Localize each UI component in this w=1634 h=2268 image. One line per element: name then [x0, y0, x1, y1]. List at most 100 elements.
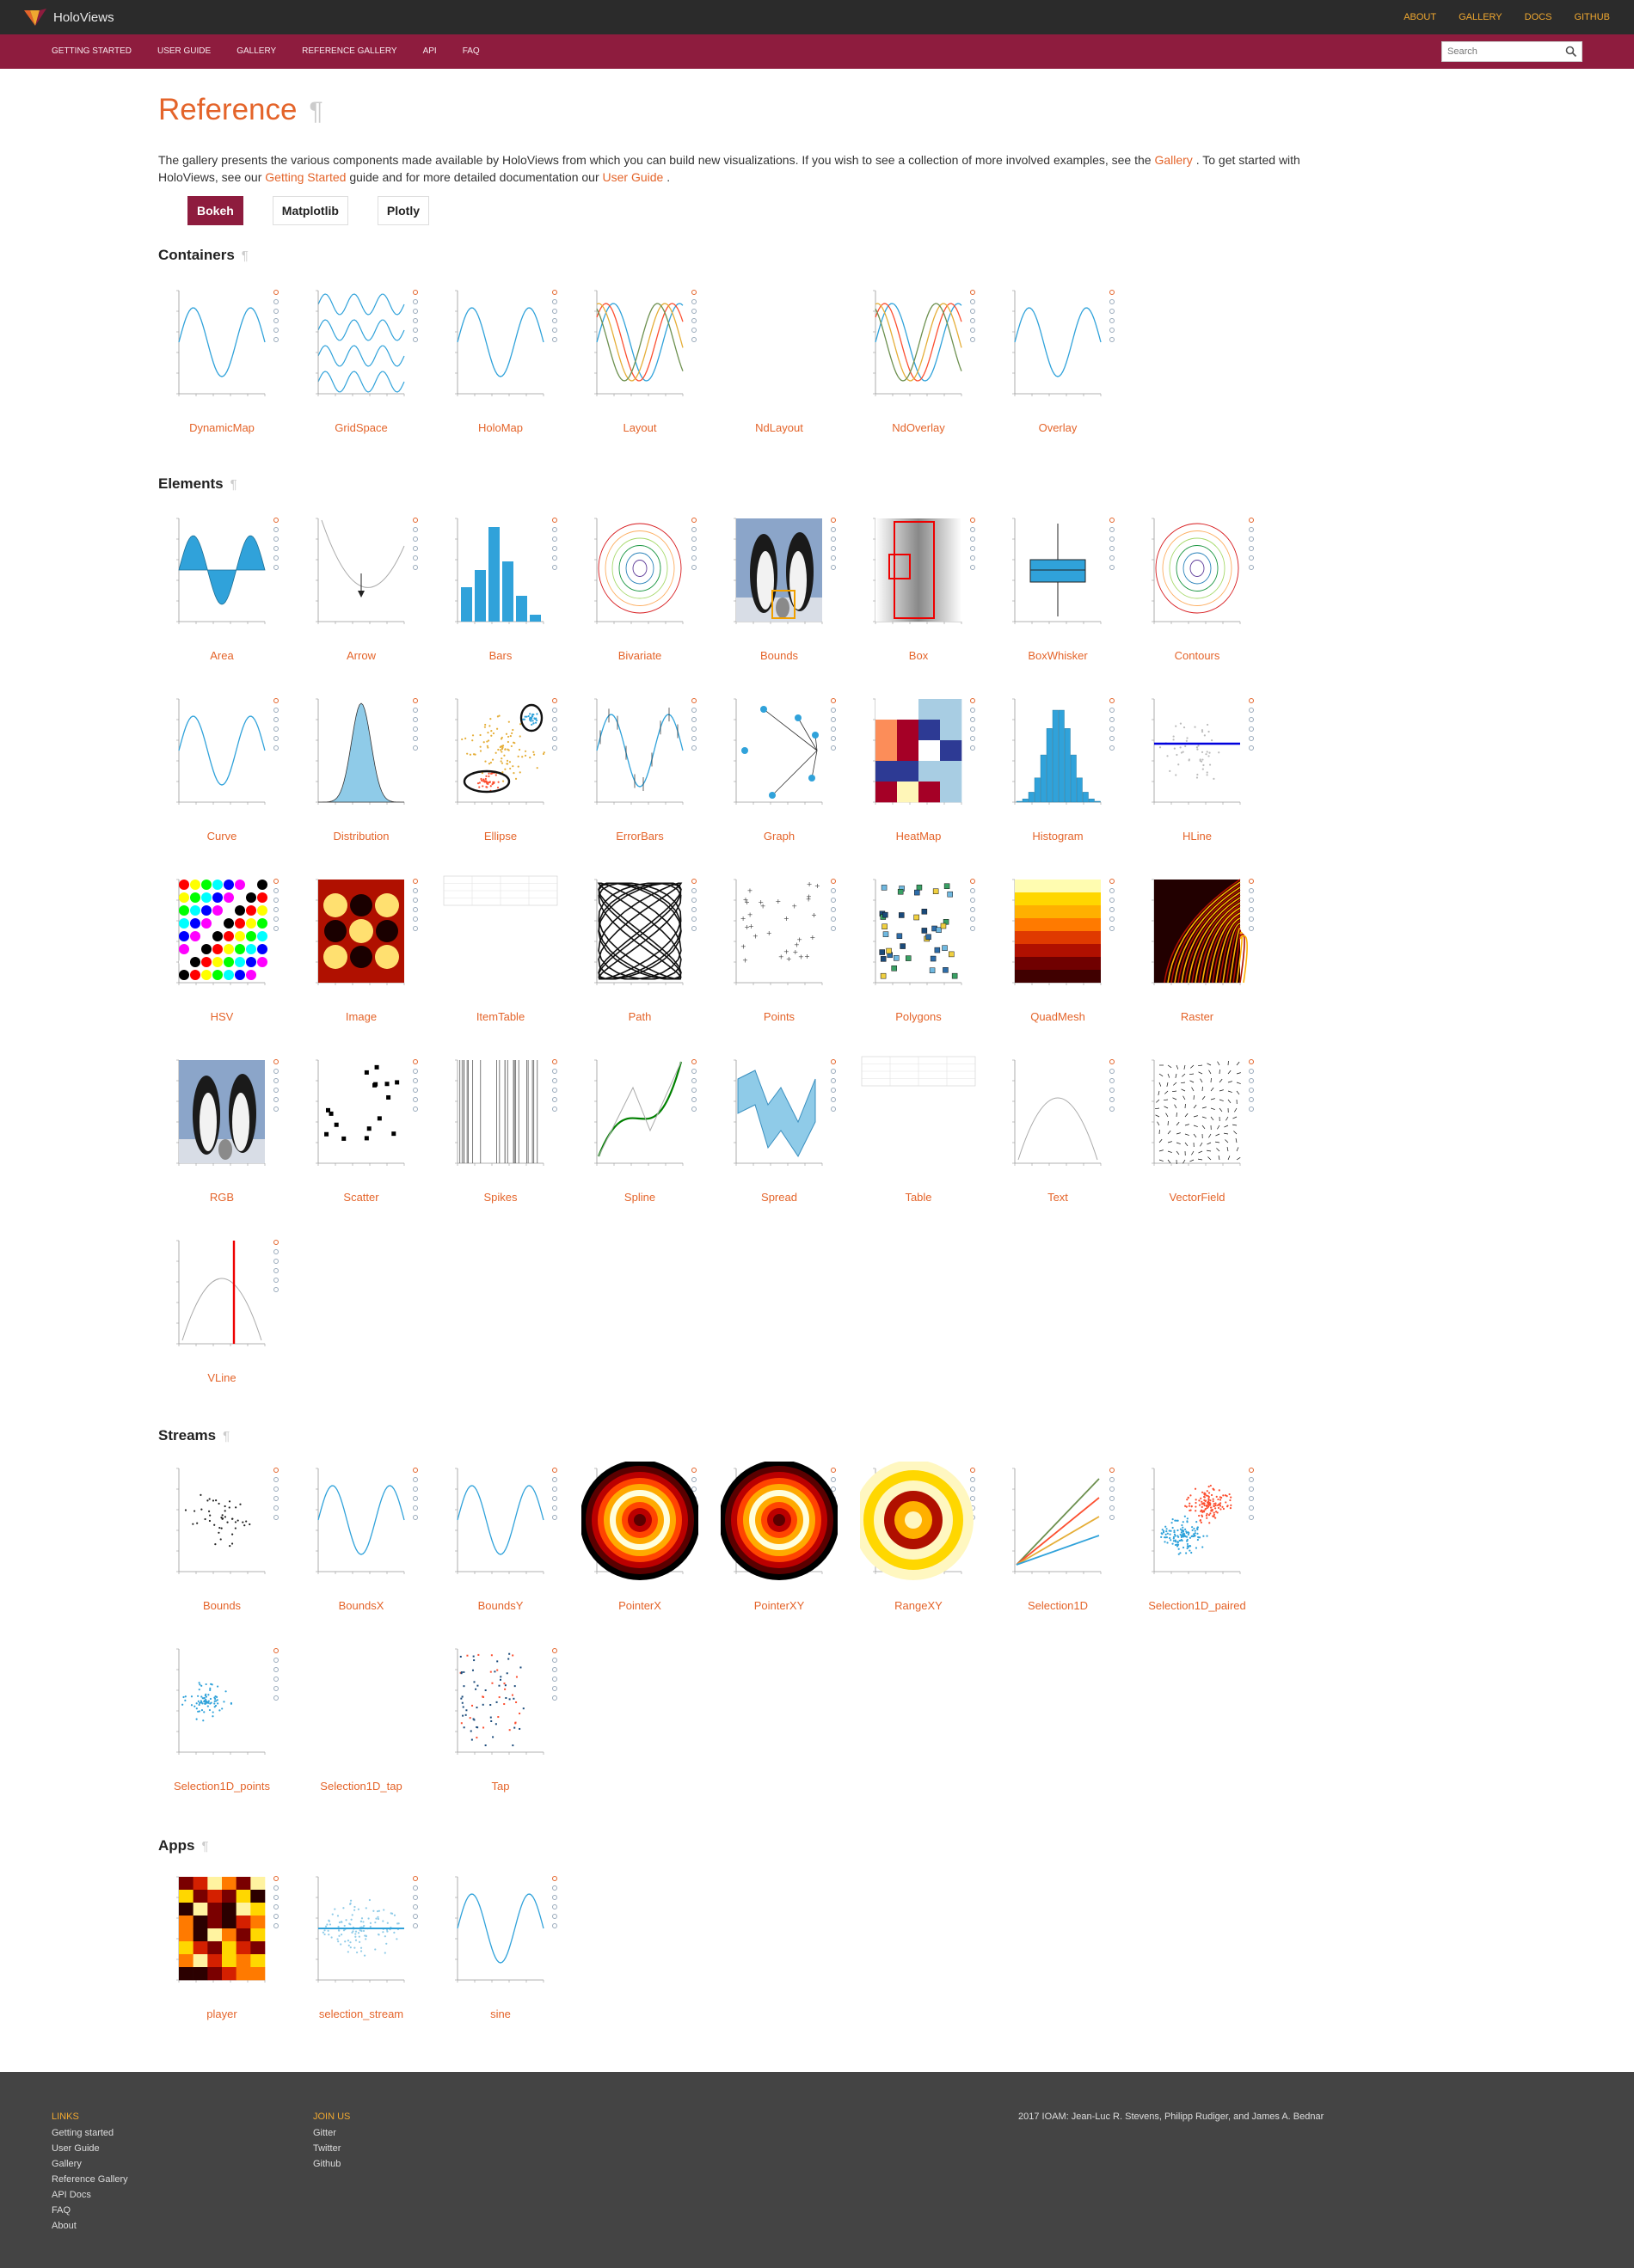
gallery-card[interactable]: + + + + + + + + + + + + + + + + + + + + + + + + + + + + + + Points — [716, 873, 843, 1027]
card-label[interactable]: HLine — [1133, 830, 1261, 843]
gallery-card[interactable]: Ellipse — [437, 692, 564, 847]
gallery-card[interactable]: Tap — [437, 1642, 564, 1797]
card-label[interactable]: BoundsX — [298, 1599, 425, 1612]
search-icon[interactable] — [1564, 45, 1578, 58]
nav-item-getting-started[interactable]: GETTING STARTED — [52, 46, 132, 56]
gallery-card[interactable]: Selection1D_points — [158, 1642, 286, 1797]
card-label[interactable]: ItemTable — [437, 1010, 564, 1023]
thumbnail-image[interactable] — [303, 1053, 420, 1177]
thumbnail-image[interactable] — [1139, 512, 1256, 635]
gallery-card[interactable]: VLine — [158, 1234, 286, 1388]
thumbnail-image[interactable] — [163, 1462, 280, 1585]
top-link-docs[interactable]: DOCS — [1525, 12, 1552, 22]
thumbnail-image[interactable] — [163, 512, 280, 635]
gallery-card[interactable]: BoundsY — [437, 1462, 564, 1616]
thumbnail-image[interactable] — [999, 873, 1116, 996]
gallery-card[interactable]: Raster — [1133, 873, 1261, 1027]
thumbnail-image[interactable] — [999, 1053, 1116, 1177]
thumbnail-image[interactable] — [1139, 1053, 1256, 1177]
gallery-card[interactable]: Bounds — [158, 1462, 286, 1616]
card-label[interactable]: Bivariate — [576, 649, 703, 662]
gallery-card[interactable]: Selection1D_tap — [298, 1642, 425, 1797]
gallery-card[interactable]: VectorField — [1133, 1053, 1261, 1208]
search-input[interactable] — [1447, 43, 1564, 60]
thumbnail-image[interactable] — [442, 284, 559, 408]
top-link-gallery[interactable]: GALLERY — [1459, 12, 1502, 22]
gallery-card[interactable]: Curve — [158, 692, 286, 847]
nav-item-user-guide[interactable]: USER GUIDE — [157, 46, 211, 56]
footer-link-twitter[interactable]: Twitter — [313, 2141, 350, 2156]
card-label[interactable]: Curve — [158, 830, 286, 843]
card-label[interactable]: Arrow — [298, 649, 425, 662]
footer-link-api-docs[interactable]: API Docs — [52, 2187, 128, 2203]
thumbnail-image[interactable] — [1139, 1462, 1256, 1585]
thumbnail-image[interactable] — [581, 873, 698, 996]
thumbnail-image[interactable] — [860, 284, 977, 408]
card-label[interactable]: NdOverlay — [855, 421, 982, 434]
gallery-card[interactable]: GridSpace — [298, 284, 425, 438]
thumbnail-image[interactable] — [999, 1462, 1116, 1585]
gallery-card[interactable]: Graph — [716, 692, 843, 847]
tab-bokeh[interactable]: Bokeh — [187, 196, 243, 225]
thumbnail-image[interactable] — [163, 1053, 280, 1177]
card-label[interactable]: Distribution — [298, 830, 425, 843]
card-label[interactable]: Selection1D_tap — [298, 1780, 425, 1793]
gallery-card[interactable]: DynamicMap — [158, 284, 286, 438]
card-label[interactable]: QuadMesh — [994, 1010, 1121, 1023]
card-label[interactable]: Path — [576, 1010, 703, 1023]
card-label[interactable]: Image — [298, 1010, 425, 1023]
streams-anchor[interactable]: ¶ — [223, 1429, 230, 1444]
top-link-about[interactable]: ABOUT — [1404, 12, 1436, 22]
thumbnail-image[interactable] — [581, 692, 698, 816]
card-label[interactable]: Overlay — [994, 421, 1121, 434]
card-label[interactable]: Spline — [576, 1191, 703, 1204]
thumbnail-image[interactable] — [999, 512, 1116, 635]
thumbnail-image[interactable] — [721, 692, 838, 816]
thumbnail-image[interactable] — [163, 873, 280, 996]
card-label[interactable]: Spread — [716, 1191, 843, 1204]
card-label[interactable]: selection_stream — [298, 2007, 425, 2020]
thumbnail-image[interactable] — [999, 692, 1116, 816]
intro-link-getting-started[interactable]: Getting Started — [265, 170, 346, 184]
thumbnail-image[interactable] — [303, 1642, 420, 1766]
thumbnail-image[interactable] — [442, 1870, 559, 1994]
card-label[interactable]: Selection1D — [994, 1599, 1121, 1612]
gallery-card[interactable]: Arrow — [298, 512, 425, 666]
card-label[interactable]: Area — [158, 649, 286, 662]
gallery-card[interactable]: HeatMap — [855, 692, 982, 847]
footer-link-gitter[interactable]: Gitter — [313, 2125, 350, 2141]
intro-link-gallery[interactable]: Gallery — [1154, 153, 1192, 167]
gallery-card[interactable]: Image — [298, 873, 425, 1027]
thumbnail-image[interactable] — [303, 512, 420, 635]
gallery-card[interactable]: ErrorBars — [576, 692, 703, 847]
card-label[interactable]: Ellipse — [437, 830, 564, 843]
footer-link-faq[interactable]: FAQ — [52, 2203, 128, 2218]
page-title-anchor[interactable]: ¶ — [309, 97, 322, 126]
card-label[interactable]: BoxWhisker — [994, 649, 1121, 662]
card-label[interactable]: Selection1D_paired — [1133, 1599, 1261, 1612]
gallery-card[interactable]: PointerX — [576, 1462, 703, 1616]
card-label[interactable]: Graph — [716, 830, 843, 843]
gallery-card[interactable]: Selection1D — [994, 1462, 1121, 1616]
gallery-card[interactable]: Text — [994, 1053, 1121, 1208]
card-label[interactable]: ErrorBars — [576, 830, 703, 843]
nav-item-reference-gallery[interactable]: REFERENCE GALLERY — [302, 46, 396, 56]
thumbnail-image[interactable] — [303, 873, 420, 996]
card-label[interactable]: PointerX — [576, 1599, 703, 1612]
card-label[interactable]: VectorField — [1133, 1191, 1261, 1204]
thumbnail-image[interactable] — [721, 1053, 838, 1177]
card-label[interactable]: HSV — [158, 1010, 286, 1023]
gallery-card[interactable]: Bivariate — [576, 512, 703, 666]
gallery-card[interactable]: RGB — [158, 1053, 286, 1208]
gallery-card[interactable]: Histogram — [994, 692, 1121, 847]
gallery-card[interactable]: Bars — [437, 512, 564, 666]
intro-link-user-guide[interactable]: User Guide — [603, 170, 664, 184]
gallery-card[interactable]: RangeXY — [855, 1462, 982, 1616]
nav-item-api[interactable]: API — [423, 46, 437, 56]
card-label[interactable]: Spikes — [437, 1191, 564, 1204]
gallery-card[interactable]: HLine — [1133, 692, 1261, 847]
thumbnail-image[interactable] — [163, 284, 280, 408]
thumbnail-image[interactable] — [860, 1462, 977, 1585]
thumbnail-image[interactable] — [721, 512, 838, 635]
footer-link-reference-gallery[interactable]: Reference Gallery — [52, 2172, 128, 2187]
